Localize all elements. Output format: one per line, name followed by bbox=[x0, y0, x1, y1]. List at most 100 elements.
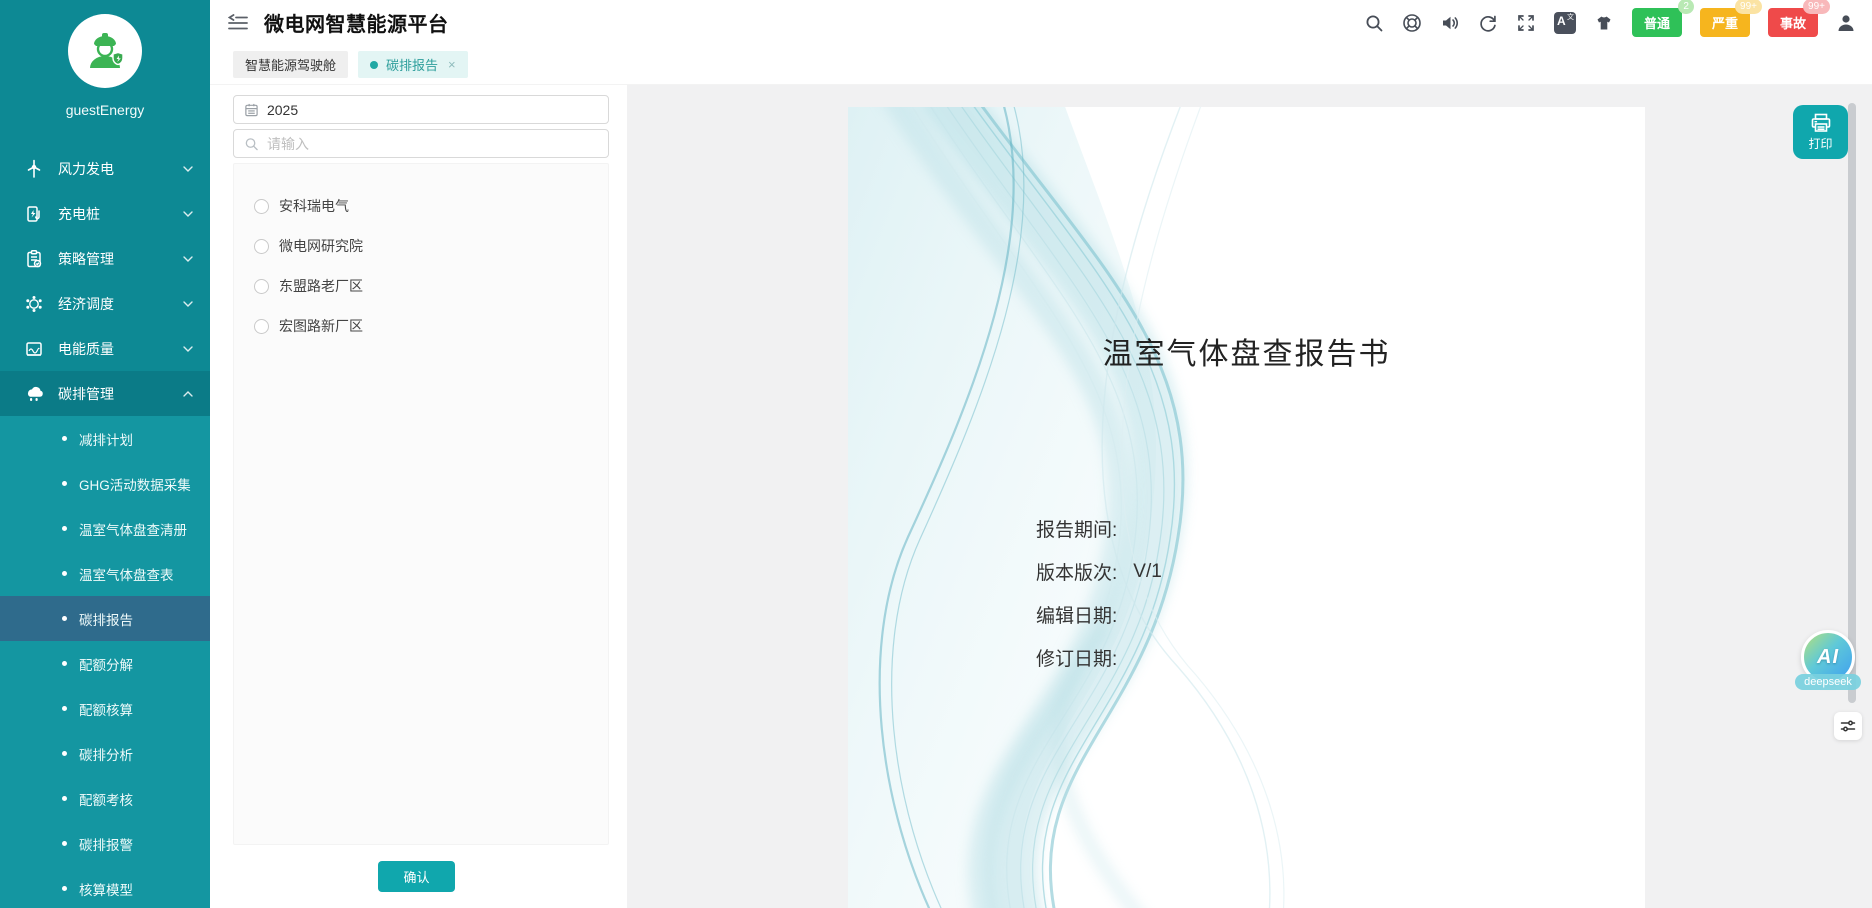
site-option-hongtu-new-plant[interactable]: 宏图路新厂区 bbox=[234, 306, 608, 346]
site-option-label: 微电网研究院 bbox=[279, 236, 363, 256]
vertical-scrollbar[interactable] bbox=[1848, 103, 1856, 703]
chevron-down-icon bbox=[182, 298, 194, 310]
site-option-microgrid-institute[interactable]: 微电网研究院 bbox=[234, 226, 608, 266]
field-value: V/1 bbox=[1133, 561, 1162, 583]
ai-logo-text: AI bbox=[1817, 646, 1839, 669]
power-quality-chart-icon bbox=[24, 339, 44, 359]
year-picker[interactable] bbox=[233, 95, 609, 124]
sound-icon[interactable] bbox=[1440, 13, 1460, 33]
translate-icon[interactable]: A 文 bbox=[1554, 12, 1576, 34]
sidebar-item-label: 策略管理 bbox=[58, 249, 114, 269]
search-icon[interactable] bbox=[1364, 13, 1384, 33]
sidebar-item-strategy[interactable]: 策略管理 bbox=[0, 236, 210, 281]
field-label: 版本版次: bbox=[1036, 558, 1117, 585]
display-settings-button[interactable] bbox=[1834, 712, 1862, 740]
help-center-icon[interactable] bbox=[1402, 13, 1422, 33]
bullet-icon bbox=[62, 616, 67, 621]
charging-pile-icon bbox=[24, 204, 44, 224]
report-meta-fields: 报告期间: 版本版次: V/1 编辑日期: 修订日期: bbox=[1036, 507, 1162, 679]
close-icon[interactable]: × bbox=[448, 57, 456, 72]
search-box[interactable] bbox=[233, 129, 609, 158]
radio-icon[interactable] bbox=[254, 199, 269, 214]
submenu-item-quota-assessment[interactable]: 配额考核 bbox=[0, 776, 210, 821]
user-icon[interactable] bbox=[1836, 13, 1856, 33]
search-input[interactable] bbox=[267, 136, 598, 152]
submenu-item-accounting-model[interactable]: 核算模型 bbox=[0, 866, 210, 908]
submenu-label: GHG活动数据采集 bbox=[79, 474, 191, 494]
submenu-label: 减排计划 bbox=[79, 429, 133, 449]
worker-avatar-icon bbox=[82, 28, 128, 74]
submenu-item-ghg-inventory-register[interactable]: 温室气体盘查清册 bbox=[0, 506, 210, 551]
sidebar-item-charging-pile[interactable]: 充电桩 bbox=[0, 191, 210, 236]
active-dot-icon bbox=[370, 61, 378, 69]
sidebar-item-label: 经济调度 bbox=[58, 294, 114, 314]
theme-shirt-icon[interactable] bbox=[1594, 13, 1614, 33]
submenu-label: 配额核算 bbox=[79, 699, 133, 719]
radio-icon[interactable] bbox=[254, 319, 269, 334]
site-option-label: 安科瑞电气 bbox=[279, 196, 349, 216]
submenu-label: 碳排分析 bbox=[79, 744, 133, 764]
top-header: 微电网智慧能源平台 A 文 普通 2 严重 99+ 事故 99+ bbox=[210, 0, 1872, 45]
sidebar-item-label: 碳排管理 bbox=[58, 384, 114, 404]
page-title: 微电网智慧能源平台 bbox=[264, 8, 449, 37]
sidebar-item-power-quality[interactable]: 电能质量 bbox=[0, 326, 210, 371]
submenu-label: 温室气体盘查清册 bbox=[79, 519, 187, 539]
translate-sub-glyph: 文 bbox=[1567, 14, 1574, 21]
submenu-item-quota-accounting[interactable]: 配额核算 bbox=[0, 686, 210, 731]
bullet-icon bbox=[62, 481, 67, 486]
alarm-badge-severe[interactable]: 严重 99+ bbox=[1700, 8, 1750, 37]
report-field-version: 版本版次: V/1 bbox=[1036, 550, 1162, 593]
site-option-label: 东盟路老厂区 bbox=[279, 276, 363, 296]
refresh-icon[interactable] bbox=[1478, 13, 1498, 33]
alarm-badge-label: 严重 bbox=[1712, 16, 1738, 31]
bullet-icon bbox=[62, 571, 67, 576]
carbon-submenu: 减排计划 GHG活动数据采集 温室气体盘查清册 温室气体盘查表 碳排报告 配额分… bbox=[0, 416, 210, 908]
tab-smart-energy-cockpit[interactable]: 智慧能源驾驶舱 bbox=[233, 51, 348, 78]
submenu-label: 配额分解 bbox=[79, 654, 133, 674]
tab-bar: 智慧能源驾驶舱 碳排报告 × bbox=[210, 45, 1872, 85]
bullet-icon bbox=[62, 796, 67, 801]
submenu-item-carbon-alarm[interactable]: 碳排报警 bbox=[0, 821, 210, 866]
report-field-edit-date: 编辑日期: bbox=[1036, 593, 1162, 636]
year-input[interactable] bbox=[267, 102, 598, 118]
alarm-badge-normal[interactable]: 普通 2 bbox=[1632, 8, 1682, 37]
report-title: 温室气体盘查报告书 bbox=[848, 329, 1645, 373]
radio-icon[interactable] bbox=[254, 239, 269, 254]
bullet-icon bbox=[62, 841, 67, 846]
alarm-badge-label: 普通 bbox=[1644, 16, 1670, 31]
submenu-item-reduction-plan[interactable]: 减排计划 bbox=[0, 416, 210, 461]
field-label: 编辑日期: bbox=[1036, 601, 1117, 628]
submenu-item-quota-decomposition[interactable]: 配额分解 bbox=[0, 641, 210, 686]
chevron-down-icon bbox=[182, 343, 194, 355]
submenu-label: 温室气体盘查表 bbox=[79, 564, 174, 584]
sidebar-item-economic-dispatch[interactable]: 经济调度 bbox=[0, 281, 210, 326]
user-profile: guestEnergy bbox=[0, 0, 210, 118]
field-label: 修订日期: bbox=[1036, 644, 1117, 671]
submenu-item-carbon-report[interactable]: 碳排报告 bbox=[0, 596, 210, 641]
username: guestEnergy bbox=[66, 102, 145, 118]
sidebar-item-carbon-management[interactable]: 碳排管理 bbox=[0, 371, 210, 416]
submenu-label: 碳排报警 bbox=[79, 834, 133, 854]
site-option-dongmeng-old-plant[interactable]: 东盟路老厂区 bbox=[234, 266, 608, 306]
tab-carbon-report[interactable]: 碳排报告 × bbox=[358, 51, 468, 78]
print-button[interactable]: 打印 bbox=[1793, 105, 1848, 159]
site-option-label: 宏图路新厂区 bbox=[279, 316, 363, 336]
submenu-item-ghg-data-collection[interactable]: GHG活动数据采集 bbox=[0, 461, 210, 506]
chevron-down-icon bbox=[182, 163, 194, 175]
confirm-button[interactable]: 确认 bbox=[378, 861, 455, 892]
alarm-badge-accident[interactable]: 事故 99+ bbox=[1768, 8, 1818, 37]
submenu-item-carbon-analysis[interactable]: 碳排分析 bbox=[0, 731, 210, 776]
alarm-badge-count: 2 bbox=[1678, 0, 1694, 14]
site-list: 安科瑞电气 微电网研究院 东盟路老厂区 宏图路新厂区 bbox=[233, 163, 609, 845]
site-option-ankerui[interactable]: 安科瑞电气 bbox=[234, 186, 608, 226]
menu-fold-icon[interactable] bbox=[228, 14, 248, 32]
report-viewer: 温室气体盘查报告书 报告期间: 版本版次: V/1 编辑日期: 修订日期: bbox=[627, 85, 1872, 908]
chevron-down-icon bbox=[182, 253, 194, 265]
sidebar-item-wind-power[interactable]: 风力发电 bbox=[0, 146, 210, 191]
submenu-item-ghg-inventory-table[interactable]: 温室气体盘查表 bbox=[0, 551, 210, 596]
ai-assistant-widget[interactable]: AI deepseek bbox=[1799, 630, 1857, 690]
radio-icon[interactable] bbox=[254, 279, 269, 294]
avatar[interactable] bbox=[68, 14, 142, 88]
sidebar-item-label: 电能质量 bbox=[58, 339, 114, 359]
fullscreen-icon[interactable] bbox=[1516, 13, 1536, 33]
